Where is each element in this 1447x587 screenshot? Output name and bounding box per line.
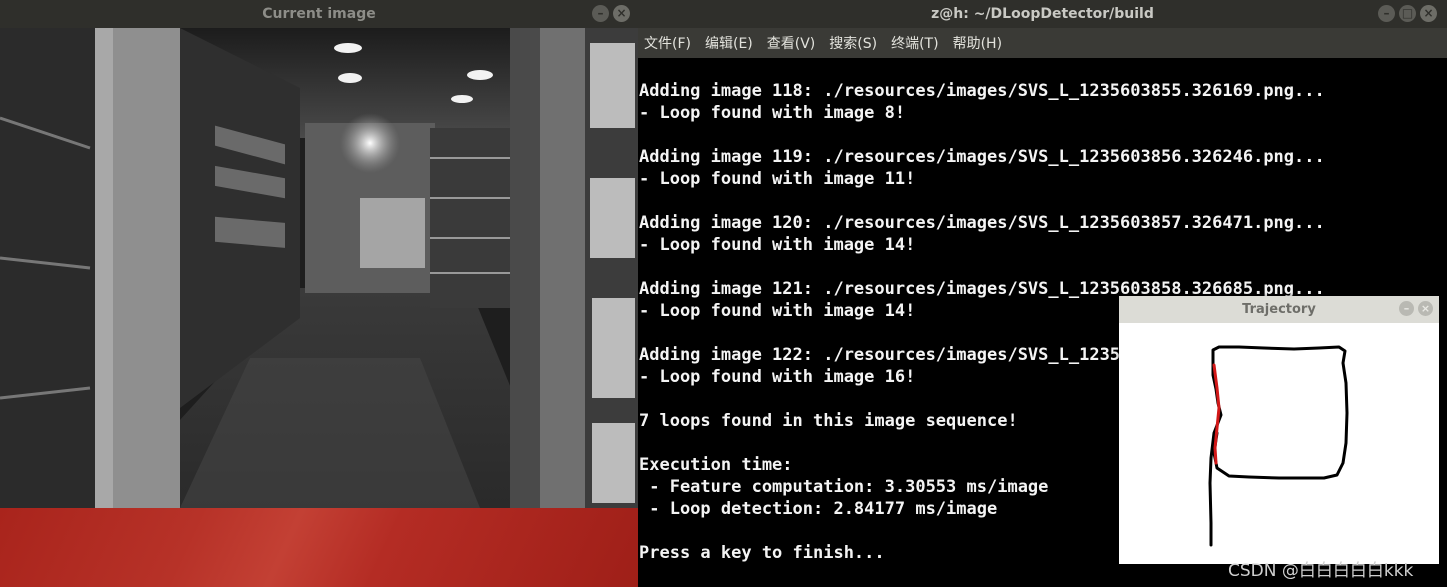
library-camera-image: [0, 28, 638, 508]
terminal-menubar: 文件(F) 编辑(E) 查看(V) 搜索(S) 终端(T) 帮助(H): [638, 28, 1447, 58]
terminal-line: - Loop found with image 14!: [639, 235, 916, 255]
trajectory-plot: [1208, 345, 1349, 547]
trajectory-path: [1208, 345, 1349, 547]
menu-help[interactable]: 帮助(H): [953, 33, 1002, 53]
loop-path: [1212, 363, 1221, 465]
menu-search[interactable]: 搜索(S): [829, 33, 877, 53]
close-icon[interactable]: ×: [1418, 301, 1433, 316]
close-icon[interactable]: ×: [613, 5, 630, 22]
terminal-line: - Loop found with image 8!: [639, 103, 906, 123]
minimize-icon[interactable]: –: [1399, 301, 1414, 316]
menu-file[interactable]: 文件(F): [644, 33, 691, 53]
menu-view[interactable]: 查看(V): [767, 33, 816, 53]
terminal-line: Adding image 119: ./resources/images/SVS…: [639, 147, 1325, 167]
terminal-titlebar[interactable]: z@h: ~/DLoopDetector/build – □ ×: [638, 0, 1447, 28]
current-image-titlebar[interactable]: Current image – ×: [0, 0, 638, 28]
minimize-icon[interactable]: –: [1378, 5, 1395, 22]
desktop-wallpaper: [0, 508, 638, 587]
terminal-title: z@h: ~/DLoopDetector/build: [931, 6, 1154, 22]
maximize-icon[interactable]: □: [1399, 5, 1416, 22]
terminal-line: Adding image 118: ./resources/images/SVS…: [639, 81, 1325, 101]
menu-terminal[interactable]: 终端(T): [891, 33, 938, 53]
trajectory-titlebar[interactable]: Trajectory – ×: [1119, 296, 1439, 323]
menu-edit[interactable]: 编辑(E): [705, 33, 753, 53]
trajectory-title: Trajectory: [1242, 302, 1316, 317]
close-icon[interactable]: ×: [1420, 5, 1437, 22]
terminal-line: Adding image 120: ./resources/images/SVS…: [639, 213, 1325, 233]
watermark: CSDN @白白白白白kkk: [1228, 561, 1414, 581]
current-image-window: Current image – ×: [0, 0, 638, 587]
minimize-icon[interactable]: –: [592, 5, 609, 22]
trajectory-window: Trajectory – ×: [1119, 296, 1439, 564]
current-image-title: Current image: [262, 6, 376, 22]
terminal-line: - Loop found with image 11!: [639, 169, 916, 189]
